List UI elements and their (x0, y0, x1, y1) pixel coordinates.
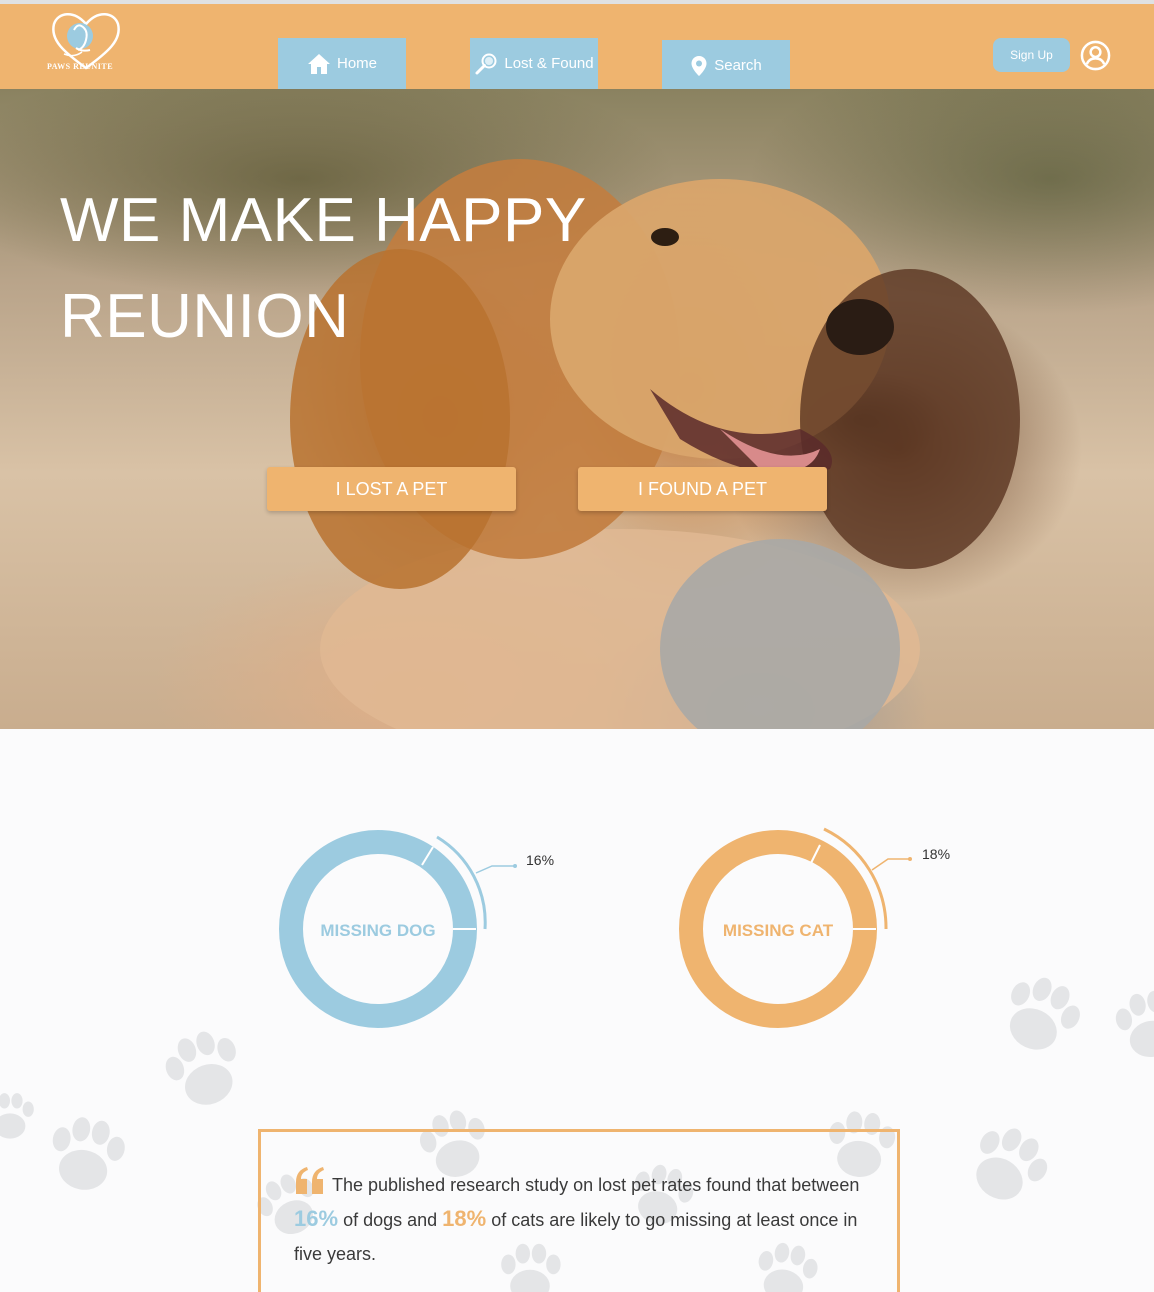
missing-cat-donut-chart: 18% MISSING CAT (679, 827, 950, 1028)
quote-part2: of dogs and (343, 1210, 438, 1230)
hero-title-line2: REUNION (60, 282, 350, 351)
nav-lost-found-label: Lost & Found (504, 55, 594, 72)
missing-dog-donut-chart: 16% MISSING DOG (279, 830, 554, 1028)
quote-dog-percent: 16% (294, 1206, 339, 1231)
location-pin-icon (691, 55, 707, 76)
user-circle-icon[interactable] (1080, 40, 1111, 71)
logo-text: PAWS REUNITE (47, 62, 114, 71)
quote-cat-percent: 18% (442, 1206, 487, 1231)
nav-home-label: Home (336, 55, 377, 72)
nav-search-button[interactable]: Search (662, 40, 790, 91)
nav-search-label: Search (714, 57, 762, 74)
nav-lost-found-button[interactable]: Lost & Found (470, 38, 598, 89)
cat-donut-label: MISSING CAT (723, 921, 834, 940)
quote-part1: The published research study on lost pet… (332, 1175, 860, 1195)
dog-percent-label: 16% (526, 852, 554, 868)
magnifier-icon (475, 53, 497, 74)
found-pet-button[interactable]: I FOUND A PET (578, 467, 827, 511)
site-header: PAWS REUNITE Home Lost & Found Search Si… (0, 4, 1154, 91)
hero-banner: WE MAKE HAPPY REUNION I LOST A PET I FOU… (0, 89, 1154, 729)
hero-title-line1: WE MAKE HAPPY (60, 186, 587, 255)
home-icon (307, 53, 330, 74)
lost-pet-button[interactable]: I LOST A PET (267, 467, 516, 511)
research-quote-box: The published research study on lost pet… (258, 1129, 900, 1292)
dog-donut-label: MISSING DOG (320, 921, 435, 940)
sign-up-button[interactable]: Sign Up (993, 38, 1070, 72)
cat-percent-label: 18% (922, 846, 950, 862)
research-quote-text: The published research study on lost pet… (294, 1168, 864, 1271)
nav-home-button[interactable]: Home (278, 38, 406, 89)
